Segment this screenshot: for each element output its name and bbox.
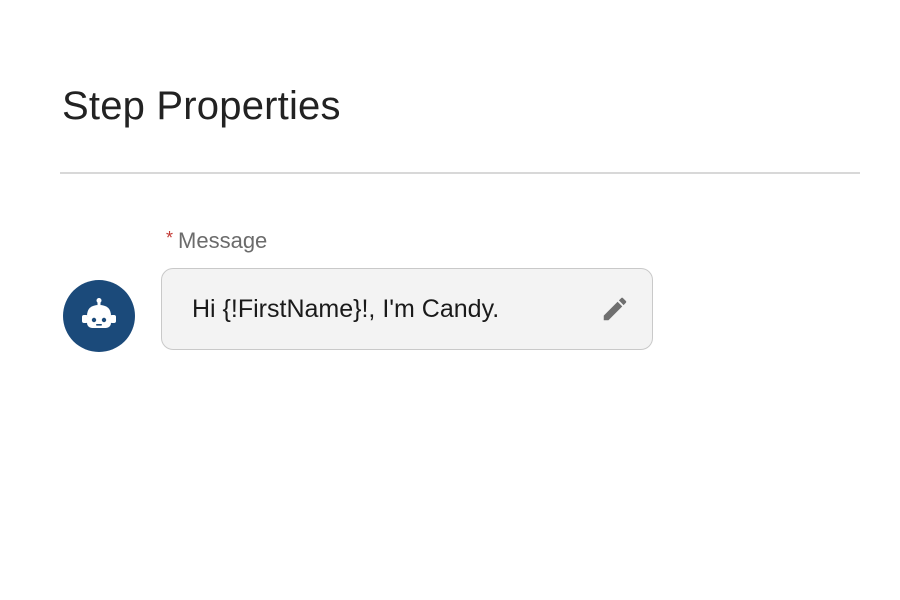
bot-avatar xyxy=(63,280,135,352)
title-divider xyxy=(60,172,860,174)
message-value: Hi {!FirstName}!, I'm Candy. xyxy=(192,294,500,323)
required-marker: * xyxy=(166,228,174,248)
message-input[interactable]: Hi {!FirstName}!, I'm Candy. xyxy=(161,268,653,350)
panel-title: Step Properties xyxy=(62,84,341,128)
bot-icon xyxy=(82,298,116,328)
message-label-text: Message xyxy=(178,228,268,253)
pencil-icon[interactable] xyxy=(598,292,632,326)
message-field-label: * Message xyxy=(166,228,267,254)
